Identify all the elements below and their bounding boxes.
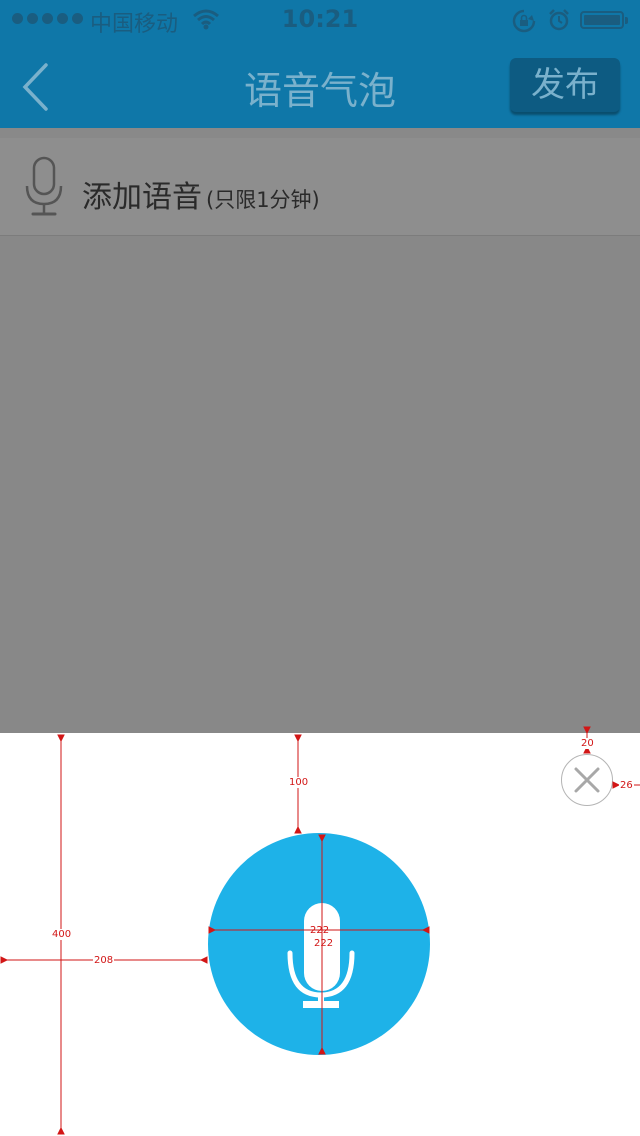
chevron-left-icon[interactable] [18, 62, 52, 116]
dim-label-close-right: 26 [619, 780, 634, 791]
dim-label-button-width: 222 [310, 925, 330, 936]
dim-overlay[interactable] [0, 236, 640, 733]
status-bar: 中国移动 10:21 [0, 0, 640, 40]
microphone-icon [24, 156, 64, 224]
nav-bar: 语音气泡 发布 [0, 40, 640, 128]
dim-label-gap-top: 100 [288, 777, 310, 788]
dim-label-button-left: 208 [93, 955, 115, 966]
add-voice-title: 添加语音 [82, 180, 202, 215]
dim-label-close-top: 20 [580, 738, 595, 749]
add-voice-label: 添加语音 (只限1分钟) [82, 172, 320, 216]
battery-icon [580, 11, 628, 29]
dim-label-button-height: 222 [314, 938, 334, 949]
wifi-icon [192, 8, 220, 34]
close-button[interactable] [561, 754, 613, 806]
add-voice-row[interactable]: 添加语音 (只限1分钟) [0, 128, 640, 236]
rotation-lock-icon [512, 9, 536, 37]
carrier-name: 中国移动 [90, 12, 179, 37]
close-icon [574, 767, 600, 793]
publish-button[interactable]: 发布 [510, 58, 620, 112]
signal-dots-icon [12, 13, 83, 24]
add-voice-note: (只限1分钟) [206, 188, 320, 212]
alarm-icon [547, 8, 571, 36]
dim-label-panel-height: 400 [51, 929, 73, 940]
